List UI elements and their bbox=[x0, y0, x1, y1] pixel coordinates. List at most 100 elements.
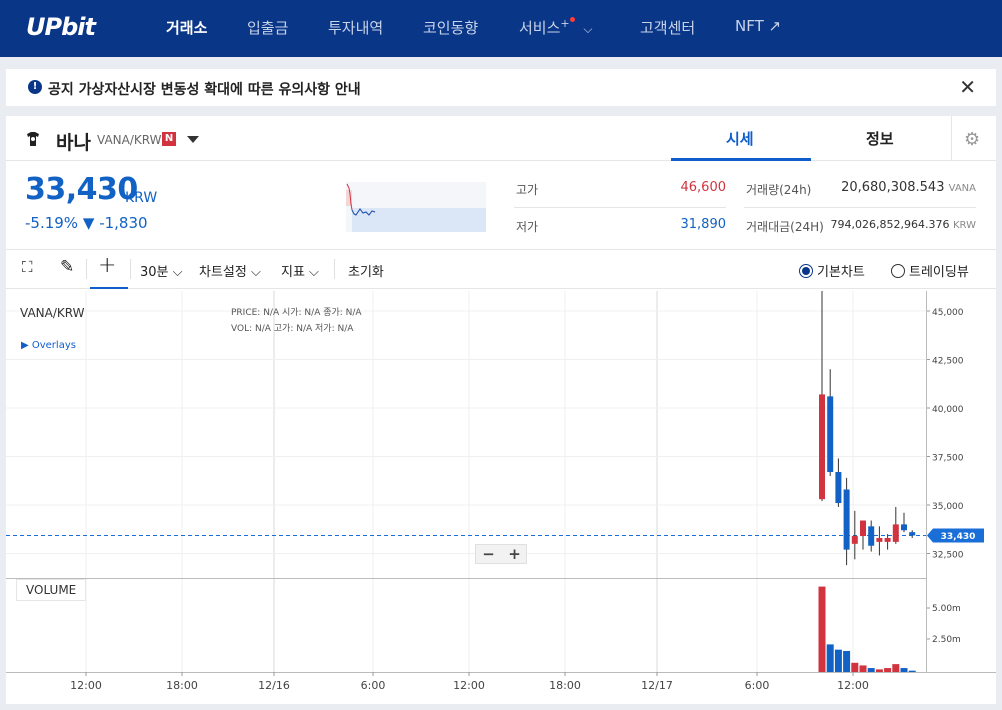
tab-quote[interactable]: 시세 bbox=[726, 128, 754, 149]
notice-text[interactable]: 공지 가상자산시장 변동성 확대에 따른 유의사항 안내 bbox=[48, 79, 361, 99]
chart-canvas[interactable]: 45,000 42,500 40,000 37,500 35,000 32,500 5.00… bbox=[6, 291, 996, 704]
candle-body bbox=[835, 472, 842, 504]
gear-icon[interactable]: ⚙ bbox=[964, 129, 980, 150]
info-icon: ! bbox=[28, 80, 42, 94]
price-chart[interactable]: 45,000 42,500 40,000 37,500 35,000 32,500 5.00… bbox=[6, 291, 996, 704]
volume-bar bbox=[908, 670, 916, 672]
radio-empty-icon bbox=[891, 264, 905, 278]
sparkline-chart bbox=[346, 182, 486, 232]
trading-view-radio[interactable]: 트레이딩뷰 bbox=[891, 261, 969, 280]
reset-button[interactable]: 초기화 bbox=[348, 261, 384, 280]
crosshair-icon[interactable]: + bbox=[98, 253, 116, 278]
volume-bar bbox=[826, 644, 834, 672]
x-tick-label: 6:00 bbox=[745, 679, 770, 692]
x-tick-label: 18:00 bbox=[166, 679, 198, 692]
caret-down-icon[interactable] bbox=[187, 136, 199, 143]
volume-tick-label: 2.50m bbox=[932, 635, 961, 645]
new-badge: N bbox=[162, 132, 176, 146]
candle-body bbox=[876, 537, 883, 542]
vana-coin-icon bbox=[22, 128, 44, 150]
x-tick-label: 12:00 bbox=[70, 679, 102, 692]
overlays-toggle[interactable]: ▶ Overlays bbox=[21, 340, 76, 351]
coin-pair: VANA/KRW bbox=[97, 133, 162, 147]
candle-body bbox=[860, 520, 866, 537]
notice-banner[interactable]: ! 공지 가상자산시장 변동성 확대에 따른 유의사항 안내 ✕ bbox=[6, 69, 996, 106]
new-dot-icon bbox=[569, 17, 575, 22]
nav-investments[interactable]: 투자내역 bbox=[328, 17, 383, 38]
current-price: 33,430 bbox=[25, 172, 138, 207]
candle-body bbox=[909, 532, 916, 536]
y-tick-label: 35,000 bbox=[932, 502, 964, 512]
chart-settings-dropdown[interactable]: 차트설정 ⌵ bbox=[199, 261, 261, 280]
volume-bar bbox=[875, 669, 883, 672]
candle-body bbox=[851, 536, 858, 544]
coin-panel: 바나 VANA/KRW N 시세 정보 ⚙ 33,430 KRW -5.19% … bbox=[6, 116, 996, 704]
trade-amount-value: 794,026,852,964.376 KRW bbox=[806, 218, 976, 231]
nav-deposit-withdraw[interactable]: 입출금 bbox=[247, 17, 288, 38]
candle-body bbox=[884, 537, 891, 542]
candle-body bbox=[819, 394, 825, 500]
low-label: 저가 bbox=[516, 220, 539, 234]
volume-tick-label: 5.00m bbox=[932, 604, 961, 614]
y-tick-label: 45,000 bbox=[932, 308, 964, 318]
x-tick-label: 12:00 bbox=[453, 679, 485, 692]
ohlc-price-row: PRICE: N/A 시가: N/A 종가: N/A bbox=[231, 308, 362, 318]
nav-services[interactable]: 서비스+ ⌵ bbox=[519, 17, 593, 38]
low-value: 31,890 bbox=[680, 217, 727, 232]
volume-bar bbox=[834, 649, 842, 672]
radio-selected-icon bbox=[799, 264, 813, 278]
interval-dropdown[interactable]: 30분 ⌵ bbox=[140, 261, 183, 280]
y-tick-label: 40,000 bbox=[932, 405, 964, 415]
chart-toolbar: ⛶ ✎ + 30분 ⌵ 차트설정 ⌵ 지표 ⌵ 초기화 기본차트 트레이딩뷰 bbox=[6, 249, 996, 289]
volume-bar bbox=[884, 668, 892, 672]
volume-bar bbox=[892, 664, 900, 672]
candle-body bbox=[892, 524, 899, 542]
divider bbox=[744, 207, 976, 208]
volume-unit: VANA bbox=[948, 183, 976, 194]
volume-bar bbox=[900, 668, 908, 672]
nav-nft[interactable]: NFT ↗ bbox=[735, 17, 781, 35]
volume-bar bbox=[843, 650, 851, 672]
volume-24h-value: 20,680,308.543 VANA bbox=[806, 180, 976, 195]
zoom-in-button[interactable]: + bbox=[502, 545, 527, 563]
trade-amount-number: 794,026,852,964.376 bbox=[830, 218, 950, 231]
y-tick-label: 32,500 bbox=[932, 551, 964, 561]
nav-customer-center[interactable]: 고객센터 bbox=[640, 17, 695, 38]
divider bbox=[514, 207, 726, 208]
volume-24h-number: 20,680,308.543 bbox=[841, 180, 945, 195]
divider bbox=[334, 259, 335, 279]
coin-name: 바나 bbox=[56, 132, 91, 154]
x-tick-label: 12:00 bbox=[837, 679, 869, 692]
indicators-dropdown[interactable]: 지표 ⌵ bbox=[281, 261, 319, 280]
tab-info[interactable]: 정보 bbox=[866, 128, 894, 149]
ohlc-vol-row: VOL: N/A 고가: N/A 저가: N/A bbox=[231, 324, 354, 334]
basic-chart-radio[interactable]: 기본차트 bbox=[799, 261, 865, 280]
y-tick-label: 42,500 bbox=[932, 357, 964, 367]
volume-bar bbox=[851, 662, 859, 672]
basic-chart-label: 기본차트 bbox=[817, 265, 865, 280]
change-amount: -1,830 bbox=[99, 214, 148, 232]
divider bbox=[130, 259, 131, 279]
chevron-down-icon: ⌵ bbox=[583, 22, 593, 36]
nav-coin-trends[interactable]: 코인동향 bbox=[423, 17, 478, 38]
trading-view-label: 트레이딩뷰 bbox=[909, 265, 969, 280]
change-percent: -5.19% bbox=[25, 214, 79, 232]
candle-body bbox=[827, 396, 834, 473]
x-tick-label: 12/17 bbox=[641, 679, 673, 692]
tab-active-underline bbox=[671, 158, 811, 161]
high-value: 46,600 bbox=[680, 180, 727, 195]
fullscreen-icon[interactable]: ⛶ bbox=[22, 258, 33, 276]
current-price-tag-label: 33,430 bbox=[941, 532, 976, 542]
nav-exchange[interactable]: 거래소 bbox=[166, 17, 207, 38]
nav-services-label: 서비스 bbox=[519, 19, 561, 37]
x-tick-label: 18:00 bbox=[549, 679, 581, 692]
volume-pane-label: VOLUME bbox=[16, 579, 87, 601]
plus-icon: + bbox=[560, 17, 570, 30]
down-arrow-icon: ▼ bbox=[82, 214, 95, 232]
upbit-logo[interactable]: UPbit bbox=[26, 13, 96, 41]
pen-icon[interactable]: ✎ bbox=[60, 257, 74, 277]
trade-amount-unit: KRW bbox=[953, 220, 976, 231]
close-icon[interactable]: ✕ bbox=[959, 75, 976, 99]
zoom-out-button[interactable]: − bbox=[476, 545, 501, 563]
zoom-controls: − + bbox=[475, 544, 527, 564]
